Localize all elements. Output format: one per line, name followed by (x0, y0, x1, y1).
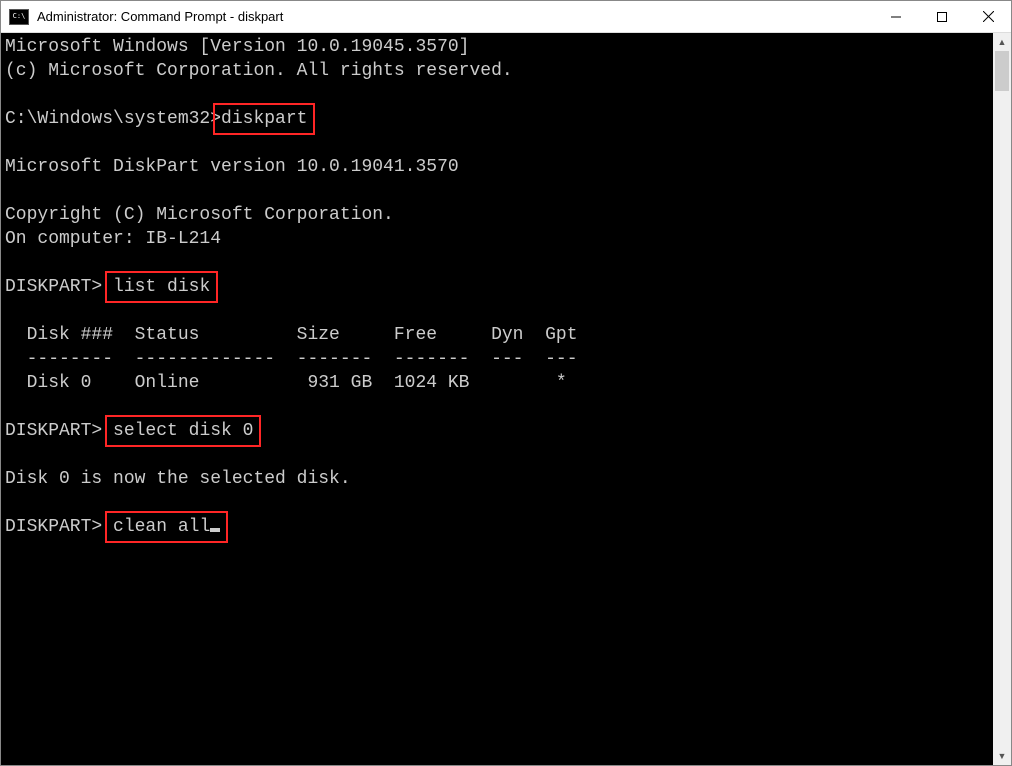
close-button[interactable] (965, 1, 1011, 33)
table-row: Disk 0 Online 931 GB 1024 KB * (5, 373, 567, 393)
scrollbar[interactable]: ▲ ▼ (993, 33, 1011, 765)
window-title: Administrator: Command Prompt - diskpart (37, 9, 873, 24)
highlight-box: clean all (105, 511, 228, 543)
terminal-container: Microsoft Windows [Version 10.0.19045.35… (1, 33, 1011, 765)
minimize-icon (891, 12, 901, 22)
cmd-window: C:\ Administrator: Command Prompt - disk… (0, 0, 1012, 766)
terminal-line: Disk 0 is now the selected disk. (5, 469, 351, 489)
titlebar[interactable]: C:\ Administrator: Command Prompt - disk… (1, 1, 1011, 33)
close-icon (983, 11, 994, 22)
terminal-line: Copyright (C) Microsoft Corporation. (5, 205, 394, 225)
terminal-line: (c) Microsoft Corporation. All rights re… (5, 61, 513, 81)
highlight-box: diskpart (213, 103, 315, 135)
maximize-button[interactable] (919, 1, 965, 33)
cmd-icon-label: C:\ (13, 13, 26, 20)
terminal-line: On computer: IB-L214 (5, 229, 221, 249)
scroll-track[interactable] (993, 91, 1011, 747)
window-controls (873, 1, 1011, 33)
prompt-prefix: DISKPART> (5, 277, 113, 297)
highlight-box: select disk 0 (105, 415, 261, 447)
scroll-up-button[interactable]: ▲ (993, 33, 1011, 51)
scroll-down-button[interactable]: ▼ (993, 747, 1011, 765)
highlight-box: list disk (105, 271, 218, 303)
terminal-line: Microsoft DiskPart version 10.0.19041.35… (5, 157, 459, 177)
minimize-button[interactable] (873, 1, 919, 33)
command-text: clean all (113, 517, 210, 537)
prompt-prefix: C:\Windows\system32> (5, 109, 221, 129)
cmd-icon: C:\ (9, 9, 29, 25)
command-text: select disk 0 (113, 421, 253, 441)
terminal[interactable]: Microsoft Windows [Version 10.0.19045.35… (1, 33, 993, 765)
terminal-line: Microsoft Windows [Version 10.0.19045.35… (5, 37, 469, 57)
command-text: list disk (113, 277, 210, 297)
table-header: Disk ### Status Size Free Dyn Gpt (5, 325, 578, 345)
scroll-thumb[interactable] (995, 51, 1009, 91)
table-divider: -------- ------------- ------- ------- -… (5, 349, 578, 369)
command-text: diskpart (221, 109, 307, 129)
cursor-icon (210, 528, 220, 532)
maximize-icon (937, 12, 947, 22)
prompt-prefix: DISKPART> (5, 421, 113, 441)
prompt-prefix: DISKPART> (5, 517, 113, 537)
